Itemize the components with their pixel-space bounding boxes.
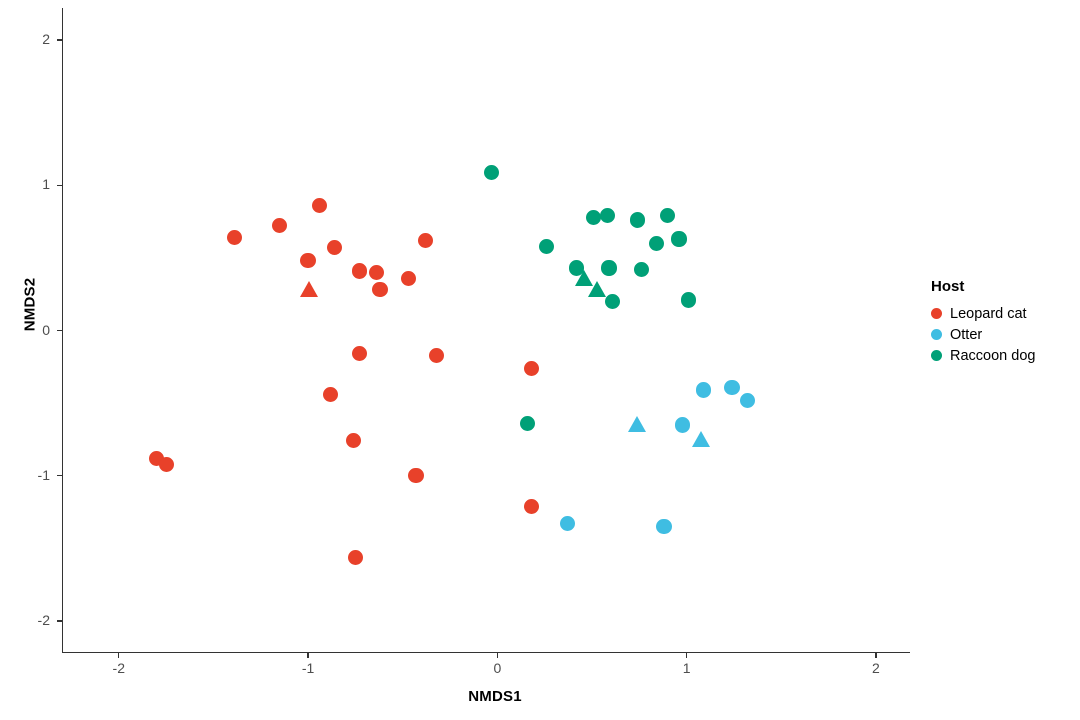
y-tick-label: -2 [37,612,50,629]
data-point-circle-leopard-cat [311,197,328,214]
data-point-circle-otter [675,417,691,433]
data-point-circle-raccoon-dog [671,231,687,247]
y-tick-label: 2 [42,30,50,47]
data-point-circle-leopard-cat [226,229,242,246]
legend-key-leopard-cat [925,303,947,324]
y-tick-mark [57,620,62,622]
data-point-circle-leopard-cat [408,468,424,484]
data-point-circle-leopard-cat [351,346,367,362]
data-point-circle-otter [739,392,755,408]
legend-swatch-otter-icon [930,329,942,340]
data-point-circle-leopard-cat [345,433,362,449]
data-point-circle-leopard-cat [523,498,540,514]
data-point-circle-raccoon-dog [520,415,536,432]
data-point-circle-otter [724,379,740,395]
data-point-triangle-raccoon-dog [588,281,607,298]
legend-title: Host [931,278,965,295]
data-point-circle-leopard-cat [158,456,174,472]
legend-label-leopard-cat: Leopard cat [950,305,1027,322]
data-point-circle-raccoon-dog [660,208,676,224]
x-axis-title: NMDS1 [468,688,522,705]
data-point-circle-leopard-cat [523,360,540,376]
legend-label-otter: Otter [950,326,983,343]
legend: Host Leopard cat Otter Raccoon dog [925,278,1075,366]
legend-items: Leopard cat Otter Raccoon dog [925,303,1075,366]
data-point-triangle-leopard-cat [300,281,319,298]
data-point-circle-leopard-cat [417,232,434,249]
data-point-circle-raccoon-dog [601,260,617,276]
data-point-circle-leopard-cat [368,264,384,280]
data-point-triangle-otter [692,430,711,447]
data-point-circle-raccoon-dog [586,209,602,225]
y-tick-mark [57,39,62,41]
legend-item-raccoon-dog[interactable]: Raccoon dog [925,345,1075,366]
data-point-circle-leopard-cat [372,282,388,298]
data-point-circle-raccoon-dog [680,292,697,308]
legend-label-raccoon-dog: Raccoon dog [950,347,1036,364]
legend-swatch-raccoon-dog-icon [930,350,942,361]
data-point-circle-otter [696,382,712,398]
data-point-circle-leopard-cat [326,240,343,256]
x-tick-mark [307,653,309,658]
y-tick-label: 0 [42,321,50,338]
data-point-circle-leopard-cat [347,549,363,565]
y-tick-mark [57,329,62,332]
data-point-circle-leopard-cat [323,386,339,402]
data-point-circle-raccoon-dog [629,212,646,228]
data-point-circle-leopard-cat [400,270,416,286]
x-tick-mark [686,653,688,658]
data-point-circle-raccoon-dog [648,235,664,251]
y-tick-mark [57,475,62,477]
y-tick-label: 1 [42,176,50,193]
x-tick-mark [875,653,877,658]
plot-panel: -2 -1 0 1 2 -2 -1 0 1 2 [38,8,910,676]
data-point-circle-raccoon-dog [599,208,615,224]
x-tick-label: -1 [301,660,315,676]
data-point-triangle-otter [627,416,646,433]
x-tick-label: 2 [872,660,880,676]
data-point-circle-otter [656,519,672,535]
data-point-circle-leopard-cat [351,263,367,279]
legend-item-otter[interactable]: Otter [925,324,1075,345]
y-axis-line [62,8,64,653]
x-tick-label: 0 [493,660,502,676]
data-point-circle-raccoon-dog [484,164,500,180]
x-tick-mark [496,653,498,658]
y-axis-title: NMDS2 [21,277,39,332]
y-tick-label: -1 [37,466,50,483]
y-tick-mark [57,184,62,186]
data-point-circle-raccoon-dog [605,293,621,310]
legend-item-leopard-cat[interactable]: Leopard cat [925,303,1075,324]
x-tick-mark [118,653,120,658]
data-point-circle-otter [559,516,575,532]
x-axis-line [62,651,910,653]
data-point-circle-leopard-cat [272,218,288,234]
x-tick-label: 1 [682,660,691,676]
data-point-circle-raccoon-dog [633,261,649,278]
legend-key-raccoon-dog [925,345,947,366]
data-point-circle-leopard-cat [429,347,445,363]
data-point-circle-leopard-cat [300,253,316,269]
data-point-circle-raccoon-dog [538,238,555,254]
legend-swatch-leopard-cat-icon [930,308,942,319]
x-tick-label: -2 [112,660,125,676]
legend-key-otter [925,324,947,345]
nmds-scatter-plot: NMDS2 -2 -1 0 1 2 -2 -1 0 1 2 NMDS1 Host Leopard… [0,0,1080,720]
